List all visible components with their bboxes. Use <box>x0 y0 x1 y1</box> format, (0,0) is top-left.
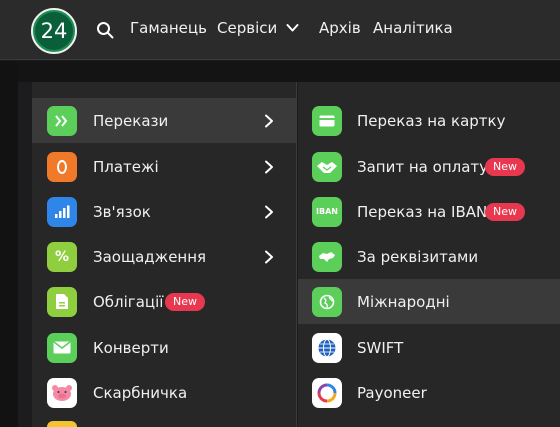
chevron-down-icon[interactable] <box>286 23 299 33</box>
new-badge: New <box>485 157 525 176</box>
menu-item-label: Платежі <box>93 157 159 176</box>
handshake-icon <box>312 151 342 182</box>
submenu-item-iban-transfer[interactable]: IBAN Переказ на IBAN New <box>298 189 560 234</box>
envelope-icon <box>47 332 77 363</box>
submenu-item-payment-request[interactable]: Запит на оплату New <box>298 144 560 189</box>
chevron-right-icon <box>265 250 273 263</box>
chevron-right-icon <box>265 205 273 218</box>
globe-icon <box>312 286 342 317</box>
services-category-menu: Перекази Платежі Зв'язок % Заощадження О… <box>32 82 297 427</box>
menu-item-telecom[interactable]: Зв'язок <box>32 189 296 234</box>
submenu-item-label: Запит на оплату <box>357 157 489 176</box>
percent-icon: % <box>47 241 77 272</box>
submenu-item-label: Переказ на IBAN <box>357 202 488 221</box>
iban-icon: IBAN <box>312 196 342 227</box>
menu-item-transfers[interactable]: Перекази <box>32 98 296 143</box>
payment-coin-icon <box>47 151 77 182</box>
menu-item-savings[interactable]: % Заощадження <box>32 234 296 279</box>
page-left-edge <box>0 61 18 427</box>
submenu-item-label: Переказ на картку <box>357 111 506 130</box>
map-icon <box>312 241 342 272</box>
menu-item-piggy-bank[interactable]: Скарбничка <box>32 370 296 415</box>
page-background <box>18 61 560 82</box>
nav-services[interactable]: Сервіси <box>217 19 277 37</box>
submenu-item-label: За реквізитами <box>357 247 479 266</box>
chevron-right-icon <box>265 160 273 173</box>
search-icon[interactable] <box>96 21 114 39</box>
card-icon <box>312 105 342 136</box>
swift-globe-icon <box>312 332 342 363</box>
submenu-item-card-transfer[interactable]: Переказ на картку <box>298 98 560 143</box>
menu-item-label: Зв'язок <box>93 202 151 221</box>
menu-item-partial-icon <box>47 421 77 427</box>
new-badge: New <box>165 292 205 311</box>
menu-item-envelopes[interactable]: Конверти <box>32 325 296 370</box>
signal-bars-icon <box>47 196 77 227</box>
top-navigation-bar: 24 Гаманець Сервіси Архів Аналітика <box>0 0 560 60</box>
chevron-right-icon <box>265 114 273 127</box>
menu-item-label: Перекази <box>93 111 169 130</box>
nav-analytics[interactable]: Аналітика <box>373 19 453 37</box>
piggy-bank-icon <box>47 377 77 408</box>
payoneer-icon <box>312 377 342 408</box>
nav-archive[interactable]: Архів <box>319 19 361 37</box>
menu-item-payments[interactable]: Платежі <box>32 144 296 189</box>
submenu-item-label: SWIFT <box>357 338 404 357</box>
document-icon <box>47 286 77 317</box>
menu-item-label: Облігації <box>93 292 164 311</box>
nav-wallet[interactable]: Гаманець <box>130 19 207 37</box>
menu-item-label: Скарбничка <box>93 383 188 402</box>
submenu-item-requisites[interactable]: За реквізитами <box>298 234 560 279</box>
submenu-item-label: Міжнародні <box>357 292 450 311</box>
transfers-submenu: Переказ на картку Запит на оплату New IB… <box>298 82 560 427</box>
submenu-item-payoneer[interactable]: Payoneer <box>298 370 560 415</box>
menu-item-label: Конверти <box>93 338 169 357</box>
submenu-item-swift[interactable]: SWIFT <box>298 325 560 370</box>
privat24-logo[interactable]: 24 <box>31 8 77 54</box>
new-badge: New <box>485 202 525 221</box>
transfer-arrows-icon <box>47 105 77 136</box>
submenu-item-label: Payoneer <box>357 383 427 402</box>
menu-item-bonds[interactable]: Облігації New <box>32 279 296 324</box>
submenu-item-international[interactable]: Міжнародні <box>298 279 560 324</box>
menu-item-label: Заощадження <box>93 247 207 266</box>
